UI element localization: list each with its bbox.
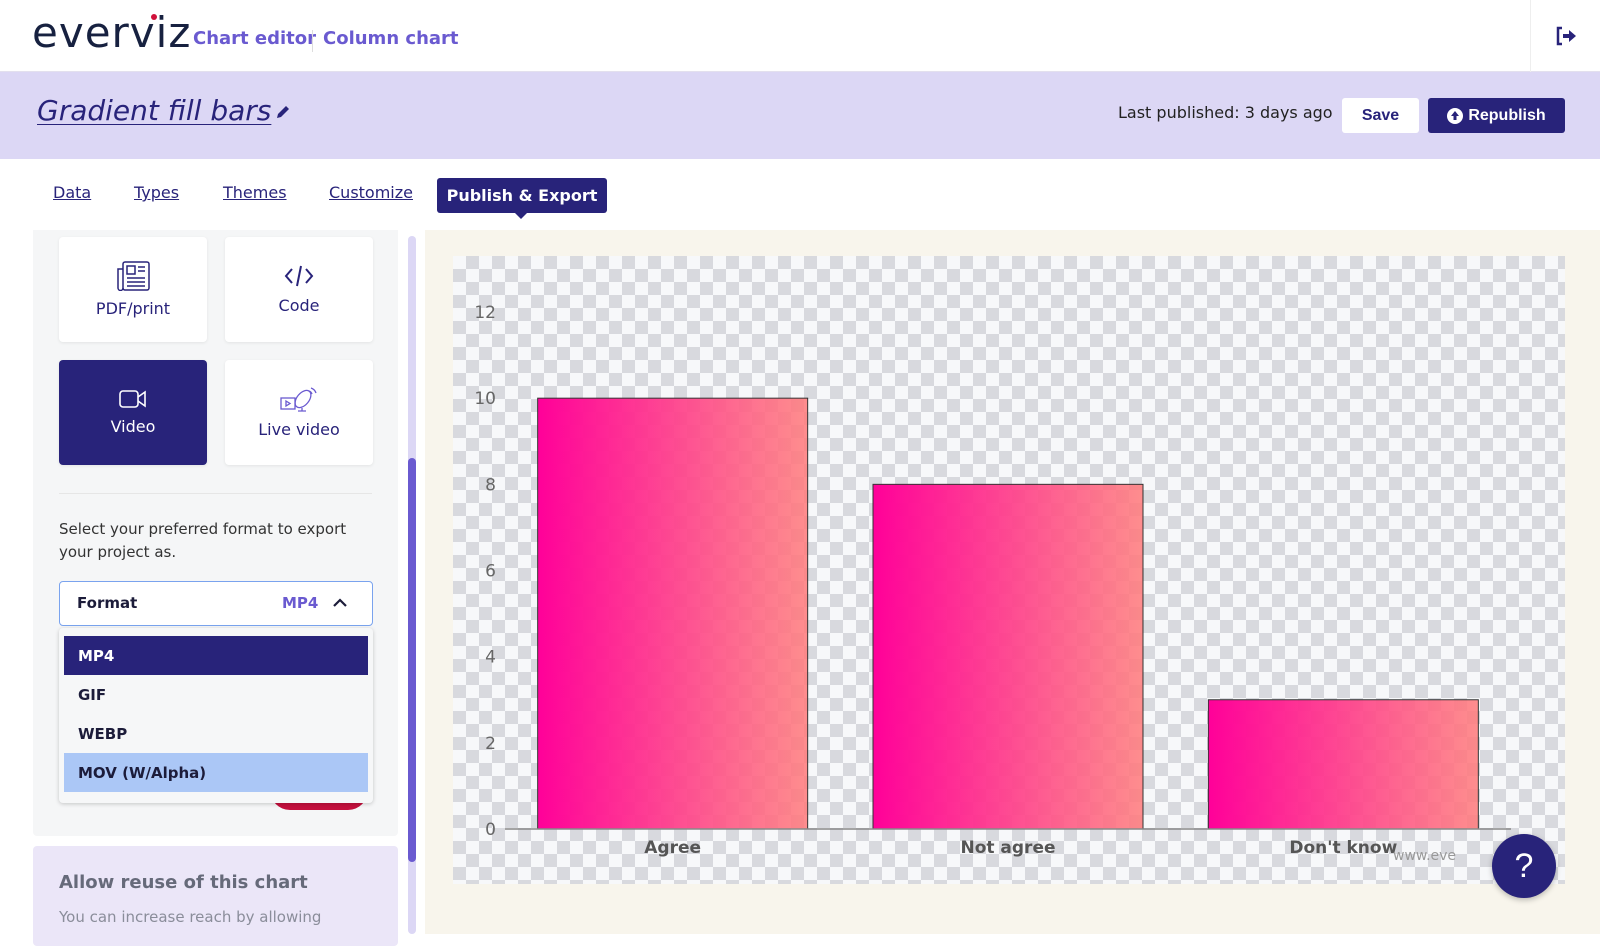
export-option-label: Live video	[258, 420, 340, 439]
format-select[interactable]: Format MP4	[59, 581, 373, 626]
format-option-webp[interactable]: WEBP	[64, 714, 368, 753]
format-value: MP4	[282, 594, 319, 612]
export-option-pdf-print[interactable]: PDF/print	[59, 237, 207, 342]
republish-label: Republish	[1468, 106, 1546, 124]
everviz-logo[interactable]: everviz	[32, 8, 191, 57]
format-help-text: Select your preferred format to export y…	[59, 520, 347, 561]
sign-out-icon	[1556, 26, 1576, 46]
breadcrumb-column-chart[interactable]: Column chart	[323, 28, 459, 49]
y-tick-label: 12	[474, 303, 496, 323]
export-option-code[interactable]: Code	[225, 237, 373, 342]
help-button[interactable]: ?	[1492, 834, 1556, 898]
x-category-label: Agree	[644, 838, 701, 858]
tab-data[interactable]: Data	[53, 183, 91, 202]
pencil-icon[interactable]	[275, 104, 291, 120]
format-option-mp4[interactable]: MP4	[64, 636, 368, 675]
scrollbar-thumb[interactable]	[408, 458, 416, 862]
tab-customize[interactable]: Customize	[329, 183, 413, 202]
breadcrumb-separator	[312, 30, 313, 52]
logout-button[interactable]	[1530, 0, 1600, 72]
x-category-label: Not agree	[960, 838, 1055, 858]
y-tick-label: 8	[485, 475, 496, 495]
divider	[59, 493, 372, 494]
last-published-text: Last published: 3 days ago	[1118, 103, 1333, 122]
export-option-label: Code	[278, 296, 320, 315]
logo-dot	[151, 14, 157, 20]
format-label: Format	[77, 594, 138, 612]
bar-don-t-know[interactable]	[1207, 699, 1479, 830]
x-category-label: Don't know	[1289, 838, 1397, 858]
column-chart: 0 2 4 6 8 10 12 Agree Not agree Don't know www.ev…	[474, 303, 1511, 864]
save-button[interactable]: Save	[1342, 98, 1419, 133]
format-option-mov[interactable]: MOV (W/Alpha)	[64, 753, 368, 792]
breadcrumb-chart-editor[interactable]: Chart editor	[193, 28, 316, 49]
chart-credits[interactable]: www.eve	[1393, 848, 1456, 864]
title-bar: Gradient fill bars Last published: 3 day…	[0, 72, 1600, 159]
republish-button[interactable]: Republish	[1428, 98, 1565, 133]
format-option-gif[interactable]: GIF	[64, 675, 368, 714]
y-tick-label: 0	[485, 820, 496, 840]
chart-container: 0 2 4 6 8 10 12 Agree Not agree Don't know www.ev…	[453, 256, 1565, 884]
y-tick-label: 2	[485, 734, 496, 754]
export-option-label: Video	[110, 417, 156, 436]
satellite-dish-icon	[280, 387, 317, 412]
y-tick-label: 10	[474, 389, 496, 409]
top-header: everviz Chart editor Column chart	[0, 0, 1600, 72]
y-tick-label: 6	[485, 562, 496, 582]
tab-types[interactable]: Types	[134, 183, 179, 202]
format-dropdown: MP4 GIF WEBP MOV (W/Alpha)	[59, 628, 373, 803]
y-tick-label: 4	[485, 648, 496, 668]
tab-publish-export[interactable]: Publish & Export	[437, 178, 607, 219]
reuse-text: You can increase reach by allowing	[59, 908, 322, 926]
upload-circle-icon	[1447, 107, 1464, 124]
newspaper-icon	[117, 261, 150, 291]
tab-themes[interactable]: Themes	[223, 183, 287, 202]
export-option-label: PDF/print	[95, 299, 171, 318]
export-option-live-video[interactable]: Live video	[225, 360, 373, 465]
code-icon	[284, 265, 314, 287]
bar-agree[interactable]	[537, 397, 809, 830]
reuse-panel: Allow reuse of this chart You can increa…	[33, 846, 398, 946]
export-option-video[interactable]: Video	[59, 360, 207, 465]
chevron-up-icon	[333, 598, 347, 607]
reuse-title: Allow reuse of this chart	[59, 872, 308, 893]
video-camera-icon	[119, 390, 146, 408]
chart-title[interactable]: Gradient fill bars	[37, 94, 271, 127]
bar-not-agree[interactable]	[872, 483, 1144, 830]
